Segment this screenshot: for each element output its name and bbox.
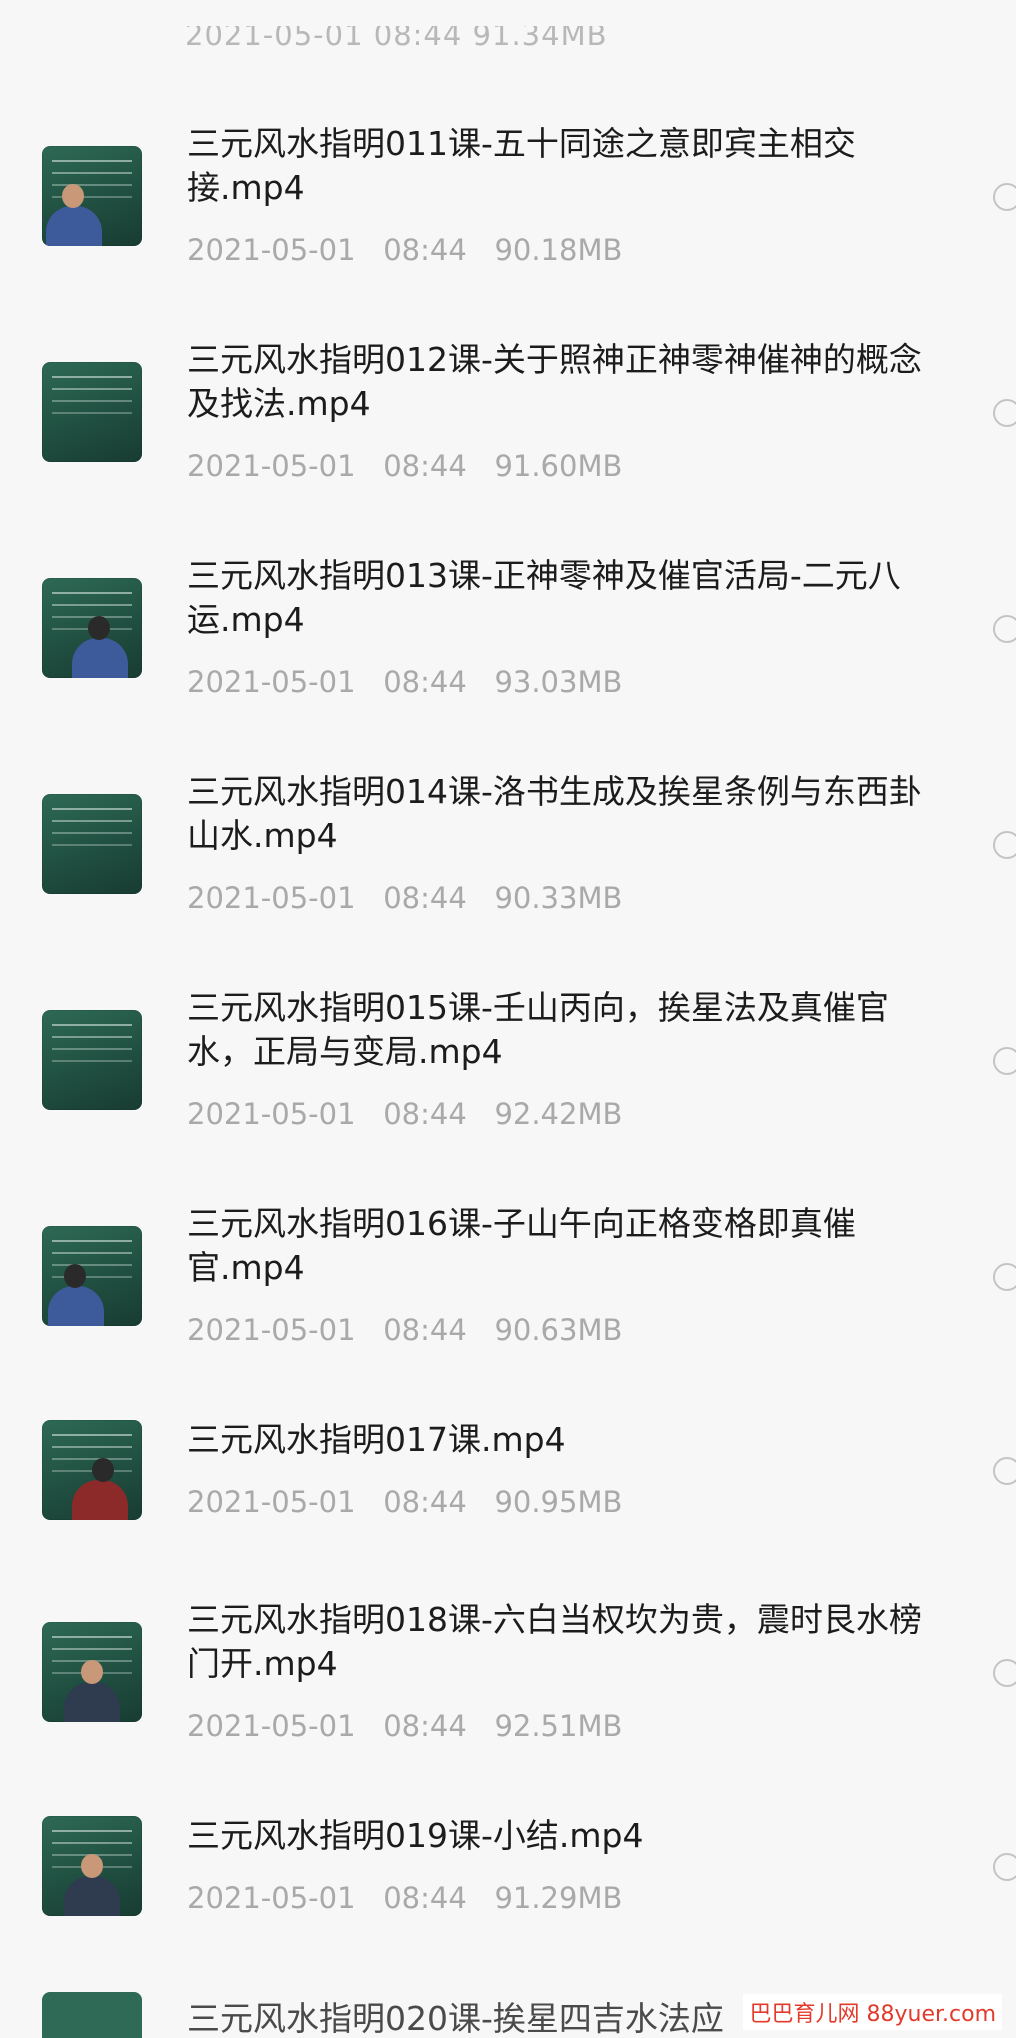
video-thumbnail [42,1992,142,2038]
select-radio[interactable] [993,1457,1016,1485]
file-meta: 2021-05-01 08:44 92.42MB [187,1097,623,1131]
file-name: 三元风水指明016课-子山午向正格变格即真催官.mp4 [187,1204,856,1287]
file-name: 三元风水指明013课-正神零神及催官活局-二元八运.mp4 [187,556,901,639]
file-name: 三元风水指明012课-关于照神正神零神催神的概念及找法.mp4 [187,340,922,423]
file-meta: 2021-05-01 08:44 90.63MB [187,1313,623,1347]
video-thumbnail [42,1226,142,1326]
select-radio[interactable] [993,1853,1016,1881]
file-meta: 2021-05-01 08:44 93.03MB [187,665,623,699]
video-thumbnail [42,1010,142,1110]
file-list-screen: 2021-05-01 08:44 91.34MB 三元风水指明011课-五十同途… [0,0,1016,2038]
select-radio[interactable] [993,1263,1016,1291]
file-meta: 2021-05-01 08:44 91.29MB [187,1881,623,1915]
file-meta: 2021-05-01 08:44 90.33MB [187,881,623,915]
file-name: 三元风水指明017课.mp4 [187,1420,566,1459]
file-meta: 2021-05-01 08:44 90.18MB [187,233,623,267]
video-thumbnail [42,146,142,246]
video-thumbnail [42,1420,142,1520]
select-radio[interactable] [993,183,1016,211]
watermark-site: 巴巴育儿网 [749,2002,860,2027]
file-name: 三元风水指明018课-六白当权坎为贵，震时艮水榜门开.mp4 [187,1600,922,1683]
file-meta: 2021-05-01 08:44 92.51MB [187,1709,623,1743]
partial-file-name[interactable]: 三元风水指明020课-挨星四吉水法应 [187,1992,724,2038]
file-name: 三元风水指明014课-洛书生成及挨星条例与东西卦山水.mp4 [187,772,922,855]
file-meta: 2021-05-01 08:44 91.60MB [187,449,623,483]
video-thumbnail [42,1622,142,1722]
video-thumbnail [42,362,142,462]
select-radio[interactable] [993,1659,1016,1687]
file-name: 三元风水指明019课-小结.mp4 [187,1816,644,1855]
select-radio[interactable] [993,399,1016,427]
select-radio[interactable] [993,831,1016,859]
file-name: 三元风水指明011课-五十同途之意即宾主相交接.mp4 [187,124,856,207]
video-thumbnail [42,794,142,894]
file-name: 三元风水指明015课-壬山丙向，挨星法及真催官水，正局与变局.mp4 [187,988,889,1071]
video-thumbnail [42,578,142,678]
file-meta: 2021-05-01 08:44 90.95MB [187,1485,623,1519]
video-thumbnail [42,1816,142,1916]
select-radio[interactable] [993,615,1016,643]
watermark-url: 88yuer.com [866,2002,997,2027]
site-watermark: 巴巴育儿网 88yuer.com [743,1994,1002,2030]
partial-file-meta: 2021-05-01 08:44 91.34MB [185,18,608,52]
select-radio[interactable] [993,1047,1016,1075]
